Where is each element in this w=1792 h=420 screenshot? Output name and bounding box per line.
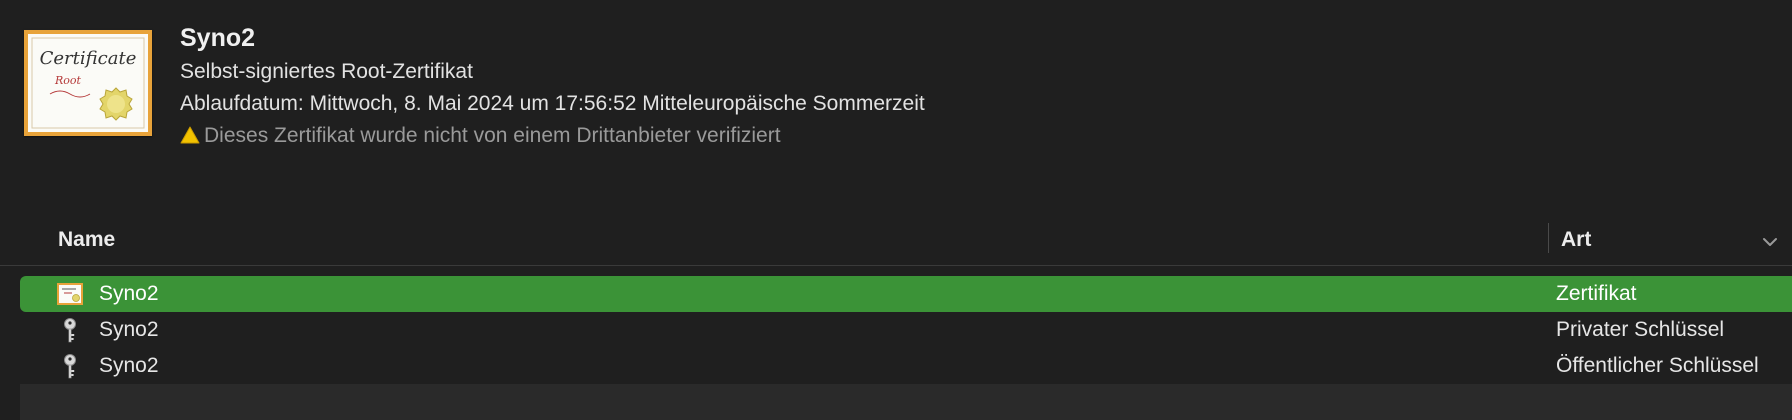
list-item-art: Öffentlicher Schlüssel	[1556, 354, 1759, 377]
item-list: Syno2 Zertifikat Syno2 Privater Schlüsse…	[20, 276, 1792, 420]
certificate-expiry: Ablaufdatum: Mittwoch, 8. Mai 2024 um 17…	[180, 92, 925, 115]
column-header: Name Art	[0, 218, 1792, 266]
certificate-icon-subtext: Root	[54, 74, 82, 87]
certificate-title: Syno2	[180, 24, 256, 52]
key-icon	[64, 318, 76, 343]
chevron-down-icon[interactable]	[1760, 232, 1780, 252]
list-item-art: Zertifikat	[1556, 282, 1637, 305]
certificate-warning: Dieses Zertifikat wurde nicht von einem …	[180, 124, 781, 148]
certificate-header: Certificate Root Syno2 Selbst-signiertes…	[0, 0, 1792, 175]
list-item[interactable]: Syno2 Zertifikat	[20, 276, 1792, 312]
warning-icon	[180, 126, 200, 144]
list-item-name: Syno2	[99, 318, 159, 341]
certificate-subtitle: Selbst-signiertes Root-Zertifikat	[180, 60, 473, 83]
certificate-warning-text: Dieses Zertifikat wurde nicht von einem …	[204, 124, 781, 147]
list-item[interactable]: Syno2 Öffentlicher Schlüssel	[20, 348, 1792, 384]
list-item-name: Syno2	[99, 282, 159, 305]
column-separator[interactable]	[1548, 223, 1549, 253]
column-art[interactable]: Art	[1561, 228, 1591, 252]
certificate-icon	[57, 283, 83, 305]
list-item-name: Syno2	[99, 354, 159, 377]
key-icon	[64, 354, 76, 379]
certificate-icon-text: Certificate	[40, 48, 137, 69]
certificate-icon: Certificate Root	[24, 30, 152, 136]
empty-row	[20, 384, 1792, 420]
list-item[interactable]: Syno2 Privater Schlüssel	[20, 312, 1792, 348]
column-name[interactable]: Name	[58, 228, 115, 252]
list-item-art: Privater Schlüssel	[1556, 318, 1725, 341]
